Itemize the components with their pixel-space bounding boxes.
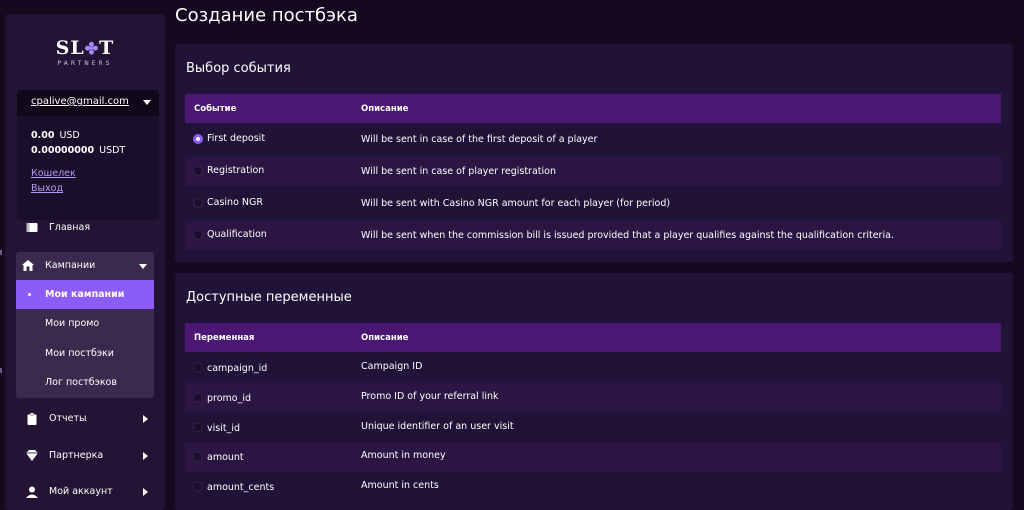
event-radio[interactable]	[193, 134, 203, 144]
variable-checkbox[interactable]	[193, 363, 202, 372]
event-name: Casino NGR	[207, 197, 263, 208]
event-description: Will be sent in case of player registrat…	[361, 166, 556, 177]
sidebar-item-label: Отчеты	[49, 413, 87, 424]
variable-checkbox[interactable]	[193, 393, 202, 402]
variable-row-promo-id[interactable]: promo_id Promo ID of your referral link	[185, 383, 1001, 413]
event-description: Will be sent when the commission bill is…	[361, 230, 894, 241]
wallet-link[interactable]: Кошелек	[31, 168, 76, 179]
account-dropdown[interactable]: cpalive@gmail.com	[17, 90, 159, 116]
column-header-variable: Переменная	[194, 333, 255, 343]
variable-row-visit-id[interactable]: visit_id Unique identifier of an user vi…	[185, 413, 1001, 443]
column-header-description: Описание	[361, 104, 409, 114]
variable-description: Campaign ID	[361, 361, 423, 372]
event-description: Will be sent in case of the first deposi…	[361, 134, 598, 145]
variables-table-header: Переменная Описание	[185, 323, 1001, 352]
event-name: First deposit	[207, 133, 266, 144]
active-dot-icon	[28, 293, 31, 296]
user-icon	[26, 486, 38, 498]
logo-subtitle: PARTNERS	[57, 60, 113, 67]
sidebar-item-label: Мой аккаунт	[49, 486, 113, 497]
chevron-right-icon[interactable]	[143, 452, 148, 460]
sidebar-subitem-label: Мои кампании	[45, 289, 125, 300]
brand-logo[interactable]: SL✤T PARTNERS	[5, 38, 165, 67]
sidebar-group-campaigns: Кампании Мои кампании Мои промо Мои пост…	[16, 252, 154, 398]
sidebar-subitem-my-promo[interactable]: Мои промо	[16, 309, 154, 338]
variable-description: Amount in money	[361, 450, 446, 461]
sidebar-item-label: Кампании	[45, 260, 96, 271]
variables-card-title: Доступные переменные	[186, 290, 352, 305]
event-row-first-deposit[interactable]: First deposit Will be sent in case of th…	[185, 124, 1001, 154]
event-radio[interactable]	[193, 198, 203, 208]
balance-usdt: 0.00000000 USDT	[31, 145, 126, 156]
variable-checkbox[interactable]	[193, 482, 202, 491]
variable-description: Promo ID of your referral link	[361, 391, 499, 402]
sidebar-subitem-postback-log[interactable]: Лог постбэков	[16, 368, 154, 397]
sidebar-item-home[interactable]: Главная	[16, 214, 158, 242]
sidebar-subitem-label: Мои промо	[45, 318, 100, 329]
chevron-down-icon[interactable]	[143, 100, 151, 105]
account-email[interactable]: cpalive@gmail.com	[31, 96, 129, 107]
house-icon	[22, 260, 34, 271]
sidebar-subitem-my-campaigns[interactable]: Мои кампании	[16, 280, 154, 309]
event-name: Qualification	[207, 229, 267, 240]
sidebar-item-label: Главная	[49, 222, 91, 233]
events-card-title: Выбор события	[186, 61, 291, 76]
variable-name: visit_id	[207, 423, 240, 434]
event-row-casino-ngr[interactable]: Casino NGR Will be sent with Casino NGR …	[185, 188, 1001, 218]
column-header-description: Описание	[361, 333, 409, 343]
event-radio[interactable]	[193, 230, 203, 240]
sidebar-item-partner[interactable]: Партнерка	[16, 442, 158, 470]
logout-link[interactable]: Выход	[31, 183, 63, 194]
account-panel: cpalive@gmail.com 0.00 USD 0.00000000 USDT…	[17, 90, 159, 220]
events-card: Выбор события Событие Описание First dep…	[175, 44, 1013, 262]
home-card-icon	[26, 223, 38, 232]
sidebar-item-reports[interactable]: Отчеты	[16, 405, 158, 433]
variable-row-campaign-id[interactable]: campaign_id Campaign ID	[185, 353, 1001, 383]
variable-name: promo_id	[207, 393, 252, 404]
chevron-right-icon[interactable]	[143, 488, 148, 496]
sidebar-item-campaigns[interactable]: Кампании	[16, 252, 154, 280]
sidebar-item-label: Партнерка	[49, 450, 104, 461]
variable-description: Unique identifier of an user visit	[361, 421, 514, 432]
variable-checkbox[interactable]	[193, 423, 202, 432]
event-description: Will be sent with Casino NGR amount for …	[361, 198, 671, 209]
logo-star-icon: ✤	[84, 39, 100, 58]
diamond-icon	[26, 450, 38, 461]
balance-usd: 0.00 USD	[31, 130, 80, 141]
chevron-right-icon[interactable]	[143, 415, 148, 423]
sidebar-subitem-label: Мои постбэки	[45, 348, 114, 359]
variable-description: Amount in cents	[361, 480, 439, 491]
events-table-header: Событие Описание	[185, 94, 1001, 123]
event-row-qualification[interactable]: Qualification Will be sent when the comm…	[185, 220, 1001, 250]
event-radio[interactable]	[193, 166, 203, 176]
column-header-event: Событие	[194, 104, 237, 114]
variable-name: campaign_id	[207, 363, 268, 374]
event-row-registration[interactable]: Registration Will be sent in case of pla…	[185, 156, 1001, 186]
variable-name: amount_cents	[207, 482, 275, 493]
event-name: Registration	[207, 165, 265, 176]
edge-marker	[0, 368, 2, 373]
edge-marker	[0, 250, 2, 255]
sidebar-subitem-label: Лог постбэков	[45, 377, 117, 388]
sidebar-subitem-my-postbacks[interactable]: Мои постбэки	[16, 339, 154, 368]
variable-row-amount-cents[interactable]: amount_cents Amount in cents	[185, 472, 1001, 502]
page-title: Создание постбэка	[175, 5, 358, 26]
clipboard-icon	[27, 413, 37, 425]
logo-wordmark: SL✤T	[55, 37, 115, 59]
sidebar-item-my-account[interactable]: Мой аккаунт	[16, 478, 158, 506]
variable-checkbox[interactable]	[193, 452, 202, 461]
variables-card: Доступные переменные Переменная Описание…	[175, 273, 1013, 510]
variable-name: amount	[207, 452, 244, 463]
variable-row-amount[interactable]: amount Amount in money	[185, 442, 1001, 472]
chevron-down-icon[interactable]	[139, 264, 147, 269]
